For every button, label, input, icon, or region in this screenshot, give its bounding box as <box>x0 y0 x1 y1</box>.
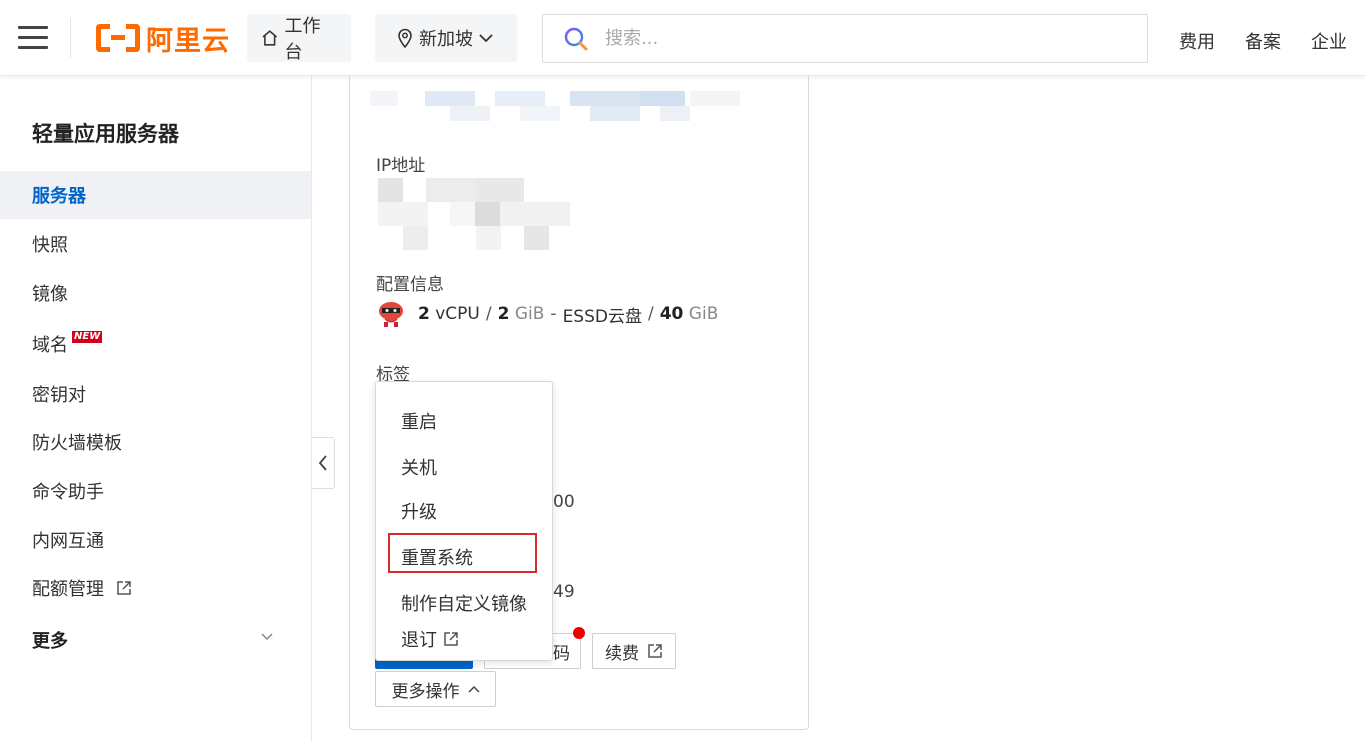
chevron-up-icon <box>467 685 480 693</box>
more-actions-dropdown: 重启 关机 升级 重置系统 制作自定义镜像 退订 <box>375 381 553 661</box>
os-mascot-icon <box>379 302 403 327</box>
config-info-label: 配置信息 <box>376 275 444 295</box>
sidebar-item-key-pairs[interactable]: 密钥对 <box>0 370 311 418</box>
sidebar-item-label: 配额管理 <box>32 579 104 600</box>
ip-address-label: IP地址 <box>376 156 426 176</box>
config-spec: 2 vCPU / 2 GiB - ESSD云盘 / 40 GiB <box>376 299 718 329</box>
external-link-icon <box>444 632 458 646</box>
sidebar-item-servers[interactable]: 服务器 <box>0 171 311 219</box>
cpu-unit: vCPU <box>435 304 480 324</box>
workbench-button[interactable]: 工作台 <box>247 14 351 63</box>
aliyun-logo-icon <box>96 24 140 52</box>
sidebar-item-label: 镜像 <box>32 284 68 305</box>
renew-button[interactable]: 续费 <box>592 633 676 669</box>
top-link-billing[interactable]: 费用 <box>1179 28 1215 54</box>
more-actions-label: 更多操作 <box>391 681 460 702</box>
sidebar-item-more[interactable]: 更多 <box>0 616 311 664</box>
notification-dot <box>573 627 585 639</box>
external-link-icon <box>117 581 131 595</box>
menu-item-shutdown[interactable]: 关机 <box>401 454 437 480</box>
sidebar-item-label: 快照 <box>32 235 68 256</box>
sidebar: 轻量应用服务器 服务器 快照 镜像 域名 NEW 密钥对 防火墙模板 命令助手 … <box>0 76 312 742</box>
sidebar-item-snapshots[interactable]: 快照 <box>0 220 311 268</box>
brand-name: 阿里云 <box>146 25 230 57</box>
location-pin-icon <box>398 28 412 48</box>
sidebar-item-label: 服务器 <box>32 186 86 207</box>
menu-item-reset-system[interactable]: 重置系统 <box>401 544 473 570</box>
search-input[interactable] <box>605 28 1105 49</box>
chevron-down-icon <box>479 34 493 43</box>
renew-label: 续费 <box>605 643 639 664</box>
top-navigation-bar: 阿里云 工作台 新加坡 费用 备案 企业 <box>0 0 1365 76</box>
memory-unit: GiB <box>514 304 545 324</box>
sidebar-item-intranet-interconnect[interactable]: 内网互通 <box>0 516 311 564</box>
reset-password-label: 码 <box>553 643 570 664</box>
menu-item-upgrade[interactable]: 升级 <box>401 498 437 524</box>
partial-value-1: 00 <box>553 492 575 512</box>
disk-unit: GiB <box>688 304 719 324</box>
sidebar-collapse-button[interactable] <box>312 437 335 489</box>
external-link-icon <box>648 644 662 658</box>
home-icon <box>262 30 278 46</box>
sidebar-item-command-assistant[interactable]: 命令助手 <box>0 467 311 515</box>
sidebar-item-domains[interactable]: 域名 NEW <box>0 320 311 368</box>
sidebar-item-label: 密钥对 <box>32 385 86 406</box>
region-selector[interactable]: 新加坡 <box>375 14 517 62</box>
new-badge: NEW <box>72 331 103 343</box>
top-link-enterprise[interactable]: 企业 <box>1311 28 1347 54</box>
workbench-label: 工作台 <box>284 16 321 63</box>
sidebar-item-images[interactable]: 镜像 <box>0 269 311 317</box>
menu-item-unsubscribe[interactable]: 退订 <box>401 626 459 652</box>
sidebar-item-label: 更多 <box>32 631 68 652</box>
brand-logo[interactable]: 阿里云 <box>96 22 230 57</box>
cpu-count: 2 <box>418 304 430 324</box>
sidebar-item-label: 命令助手 <box>32 482 104 503</box>
instance-id-redacted <box>370 91 740 121</box>
sidebar-item-label: 防火墙模板 <box>32 433 122 454</box>
menu-item-restart[interactable]: 重启 <box>401 408 437 434</box>
search-box[interactable] <box>542 14 1148 63</box>
top-link-icp-filing[interactable]: 备案 <box>1245 28 1281 54</box>
sidebar-item-firewall-templates[interactable]: 防火墙模板 <box>0 418 311 466</box>
more-actions-button[interactable]: 更多操作 <box>375 671 496 707</box>
header-divider <box>70 18 71 58</box>
menu-item-create-custom-image[interactable]: 制作自定义镜像 <box>401 590 527 616</box>
region-label: 新加坡 <box>419 29 473 50</box>
search-icon <box>564 27 588 50</box>
top-links: 费用 备案 企业 <box>1179 28 1347 54</box>
disk-size: 40 <box>659 304 684 324</box>
sidebar-title: 轻量应用服务器 <box>32 122 179 146</box>
partial-value-2: 49 <box>553 582 575 602</box>
ip-address-redacted <box>378 178 578 250</box>
chevron-left-icon <box>318 455 327 471</box>
sidebar-item-label: 域名 <box>32 335 68 356</box>
hamburger-menu-icon[interactable] <box>18 26 48 50</box>
sidebar-item-quota-management[interactable]: 配额管理 <box>0 564 311 612</box>
sidebar-item-label: 内网互通 <box>32 531 104 552</box>
memory-size: 2 <box>497 304 510 324</box>
menu-item-unsubscribe-label: 退订 <box>401 630 437 651</box>
disk-type: ESSD云盘 <box>562 306 642 327</box>
chevron-down-icon <box>261 633 273 641</box>
